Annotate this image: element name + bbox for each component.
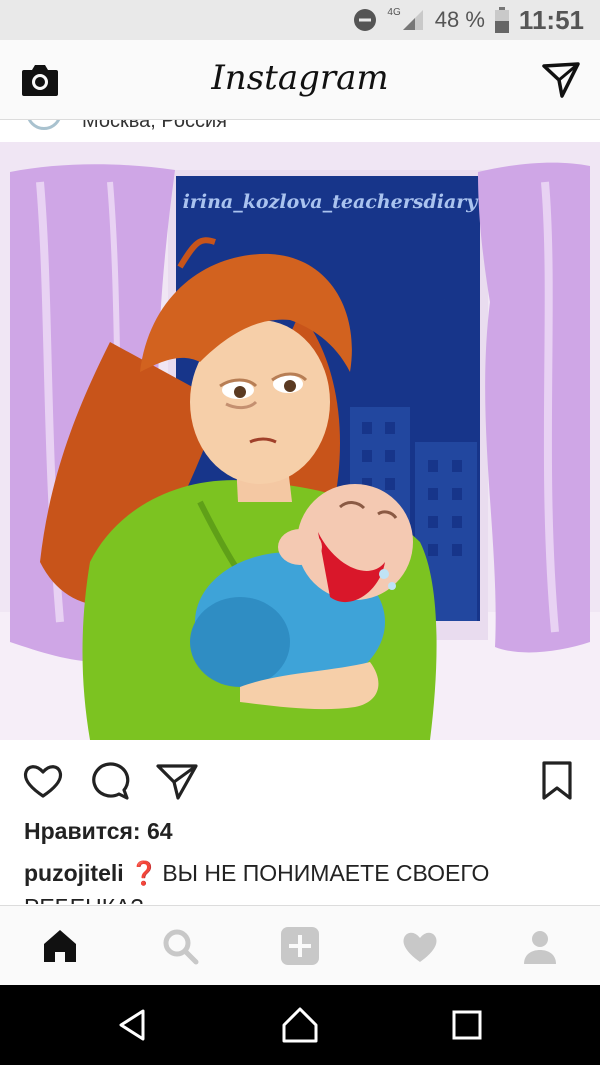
activity-heart-icon[interactable] (400, 926, 440, 966)
battery-percent: 48 % (434, 7, 485, 32)
post-image[interactable]: irina_kozlova_teachersdiary (0, 142, 600, 740)
post-caption: puzojiteli❓ВЫ НЕ ПОНИМАЕТЕ СВОЕГО РЕБЕНК… (24, 856, 584, 904)
search-icon[interactable] (160, 926, 200, 966)
avatar[interactable] (26, 120, 62, 130)
caption-username[interactable]: puzojiteli (24, 860, 124, 886)
instagram-screen: 4G 48 % 11:51 Instagram Москва, Россия i… (0, 0, 600, 1065)
share-icon[interactable] (156, 760, 198, 802)
image-watermark: irina_kozlova_teachersdiary (183, 191, 480, 213)
do-not-disturb-icon (354, 9, 377, 31)
back-icon[interactable] (113, 1005, 153, 1045)
signal-icon (402, 10, 423, 30)
clock: 11:51 (518, 4, 584, 35)
network-type: 4G (387, 6, 401, 18)
home-nav-icon[interactable] (280, 1005, 320, 1045)
system-nav-bar (0, 985, 600, 1065)
profile-icon[interactable] (520, 926, 560, 966)
post-header-partial: Москва, Россия (0, 120, 600, 142)
post-actions (0, 752, 600, 808)
heart-icon[interactable] (22, 760, 64, 802)
question-mark-emoji: ❓ (129, 860, 159, 886)
comment-icon[interactable] (89, 760, 131, 802)
app-header: Instagram (0, 40, 600, 120)
home-icon[interactable] (40, 926, 80, 966)
likes-count[interactable]: Нравится: 64 (24, 818, 173, 845)
bottom-tab-bar (0, 905, 600, 985)
bookmark-icon[interactable] (536, 760, 578, 802)
status-bar: 4G 48 % 11:51 (0, 0, 600, 40)
paper-plane-icon[interactable] (542, 60, 580, 98)
recents-icon[interactable] (447, 1005, 487, 1045)
battery-icon (494, 7, 509, 33)
instagram-logo[interactable]: Instagram (0, 58, 600, 98)
add-icon[interactable] (280, 926, 320, 966)
post-location[interactable]: Москва, Россия (82, 120, 227, 133)
